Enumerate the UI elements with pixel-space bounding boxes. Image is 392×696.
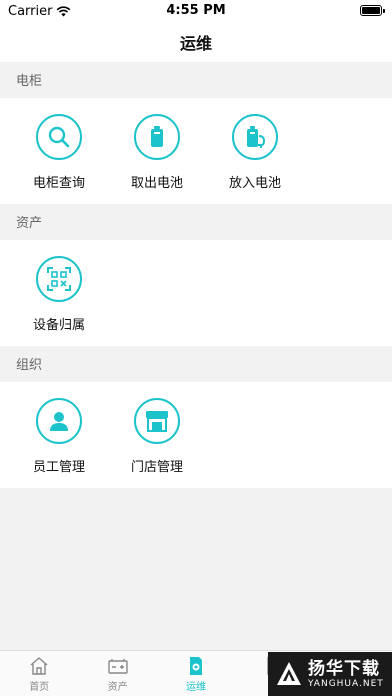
status-bar: Carrier 4:55 PM [0,0,392,22]
store-management-label: 门店管理 [130,460,183,475]
search-icon [36,114,82,160]
watermark-cn: 扬华下载 [308,658,380,679]
watermark-logo: 扬华下载 YANGHUA.NET [268,652,392,696]
status-time: 4:55 PM [166,3,226,18]
battery-box-icon [107,659,128,674]
home-icon [30,657,48,675]
battery-icon [134,114,180,160]
yanghua-logo-icon [274,659,304,689]
section-assets: 设备归属 [0,240,392,346]
tab-operations[interactable]: 运维 [157,651,235,696]
put-battery-item[interactable]: 放入电池 [206,114,304,204]
take-battery-label: 取出电池 [130,176,183,191]
section-header-assets: 资产 [16,216,43,231]
navigation-bar: 运维 [0,22,392,62]
battery-charge-icon [232,114,278,160]
section-header-cabinet: 电柜 [16,74,43,89]
tab-assets-label: 资产 [107,682,128,693]
device-ownership-label: 设备归属 [32,318,85,333]
watermark-en: YANGHUA.NET [308,678,384,689]
store-management-item[interactable]: 门店管理 [108,398,206,488]
tab-operations-label: 运维 [185,682,206,693]
tab-home[interactable]: 首页 [0,651,78,696]
tab-assets[interactable]: 资产 [78,651,156,696]
device-ownership-item[interactable]: 设备归属 [10,256,108,346]
battery-icon [360,5,385,16]
tab-home-label: 首页 [29,682,50,693]
cabinet-query-label: 电柜查询 [32,176,85,191]
section-header-organization: 组织 [16,358,43,373]
content-area: 电柜 电柜查询 取出电池 放入电池 资产 设备归属 组织 员工管理 门店管理 [0,62,392,650]
user-icon [36,398,82,444]
page-title: 运维 [179,34,212,53]
staff-management-item[interactable]: 员工管理 [10,398,108,488]
watermark-text: 扬华下载 YANGHUA.NET [308,659,384,690]
qr-scan-icon [36,256,82,302]
cabinet-query-item[interactable]: 电柜查询 [10,114,108,204]
take-battery-item[interactable]: 取出电池 [108,114,206,204]
staff-management-label: 员工管理 [32,460,85,475]
section-cabinet: 电柜查询 取出电池 放入电池 [0,98,392,204]
gear-doc-icon [189,657,202,675]
store-icon [134,398,180,444]
put-battery-label: 放入电池 [228,176,281,191]
section-organization: 员工管理 门店管理 [0,382,392,488]
